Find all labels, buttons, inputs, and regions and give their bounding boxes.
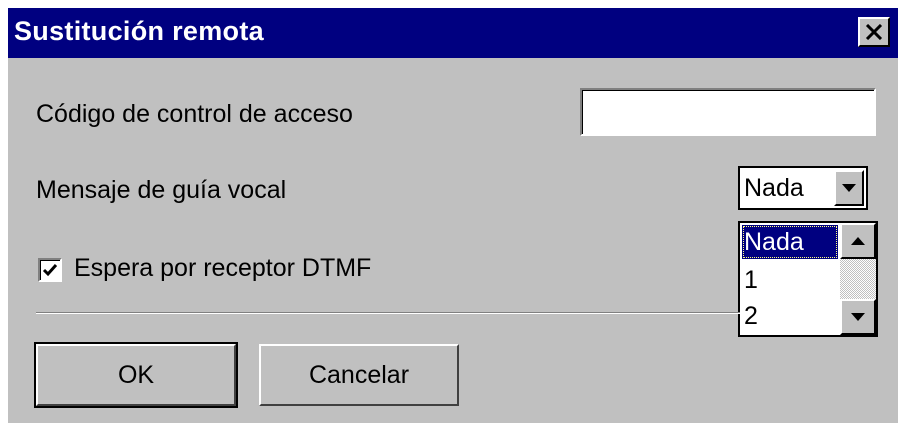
- voice-guide-label: Mensaje de guía vocal: [36, 176, 287, 204]
- chevron-down-icon: [842, 184, 856, 192]
- close-icon: [865, 24, 883, 40]
- voice-guide-dropdown-list[interactable]: Nada 1 2: [738, 221, 878, 337]
- window-title: Sustitución remota: [14, 16, 264, 46]
- access-code-label: Código de control de acceso: [36, 100, 353, 128]
- scroll-down-button[interactable]: [840, 299, 876, 335]
- voice-guide-selected-value: Nada: [744, 174, 804, 202]
- checkmark-icon: [42, 264, 58, 277]
- dropdown-option[interactable]: Nada: [742, 225, 838, 259]
- voice-guide-dropdown-button[interactable]: [834, 170, 864, 206]
- cancel-button[interactable]: Cancelar: [259, 344, 459, 406]
- dropdown-option[interactable]: 1: [742, 263, 838, 297]
- dialog-window: Sustitución remota Código de control de …: [8, 8, 898, 423]
- voice-guide-select[interactable]: Nada: [738, 166, 868, 210]
- dropdown-scrollbar[interactable]: [840, 223, 876, 335]
- chevron-up-icon: [851, 237, 865, 245]
- chevron-down-icon: [851, 313, 865, 321]
- access-code-input[interactable]: [580, 88, 876, 136]
- dtmf-checkbox[interactable]: [38, 258, 62, 282]
- separator: [36, 312, 740, 314]
- close-button[interactable]: [858, 17, 890, 47]
- ok-button[interactable]: OK: [34, 342, 238, 408]
- title-bar[interactable]: Sustitución remota: [8, 8, 898, 58]
- dtmf-label: Espera por receptor DTMF: [74, 254, 372, 282]
- scroll-up-button[interactable]: [840, 223, 876, 259]
- dropdown-option[interactable]: 2: [742, 299, 838, 333]
